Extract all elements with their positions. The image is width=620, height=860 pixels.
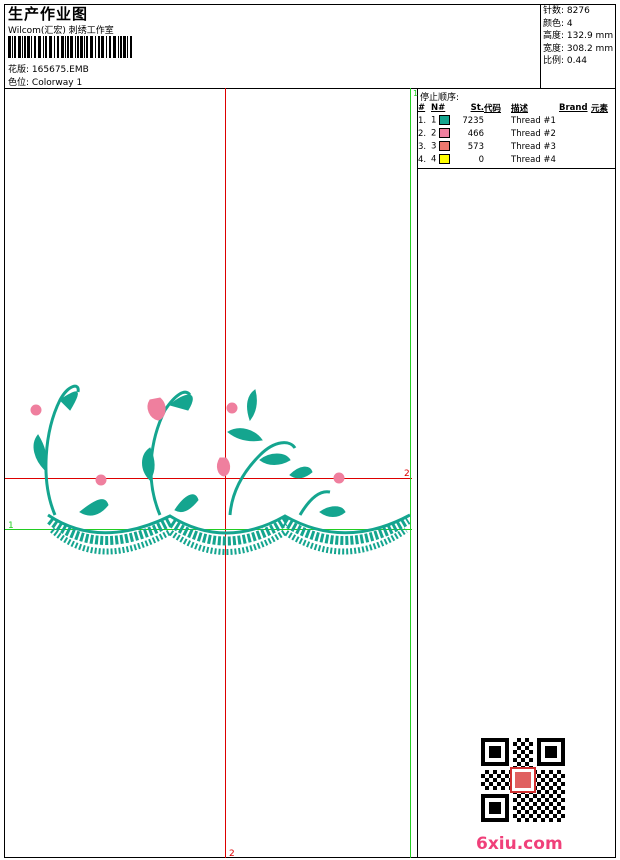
h-green-guide-label: 1 — [8, 521, 14, 531]
v-green-guide-label: 1 — [413, 89, 418, 98]
h-red-guide-label: 2 — [404, 469, 410, 479]
qr-code — [481, 738, 565, 822]
watermark-logo: 6xiu.com — [476, 834, 563, 854]
lace-border — [47, 513, 411, 555]
vine-motifs — [33, 384, 346, 517]
v-red-guide-label: 2 — [229, 849, 235, 859]
embroidery-design-canvas: 2 2 1 1 — [5, 88, 418, 859]
watermark-logo-text: 6xiu.com — [476, 834, 563, 854]
